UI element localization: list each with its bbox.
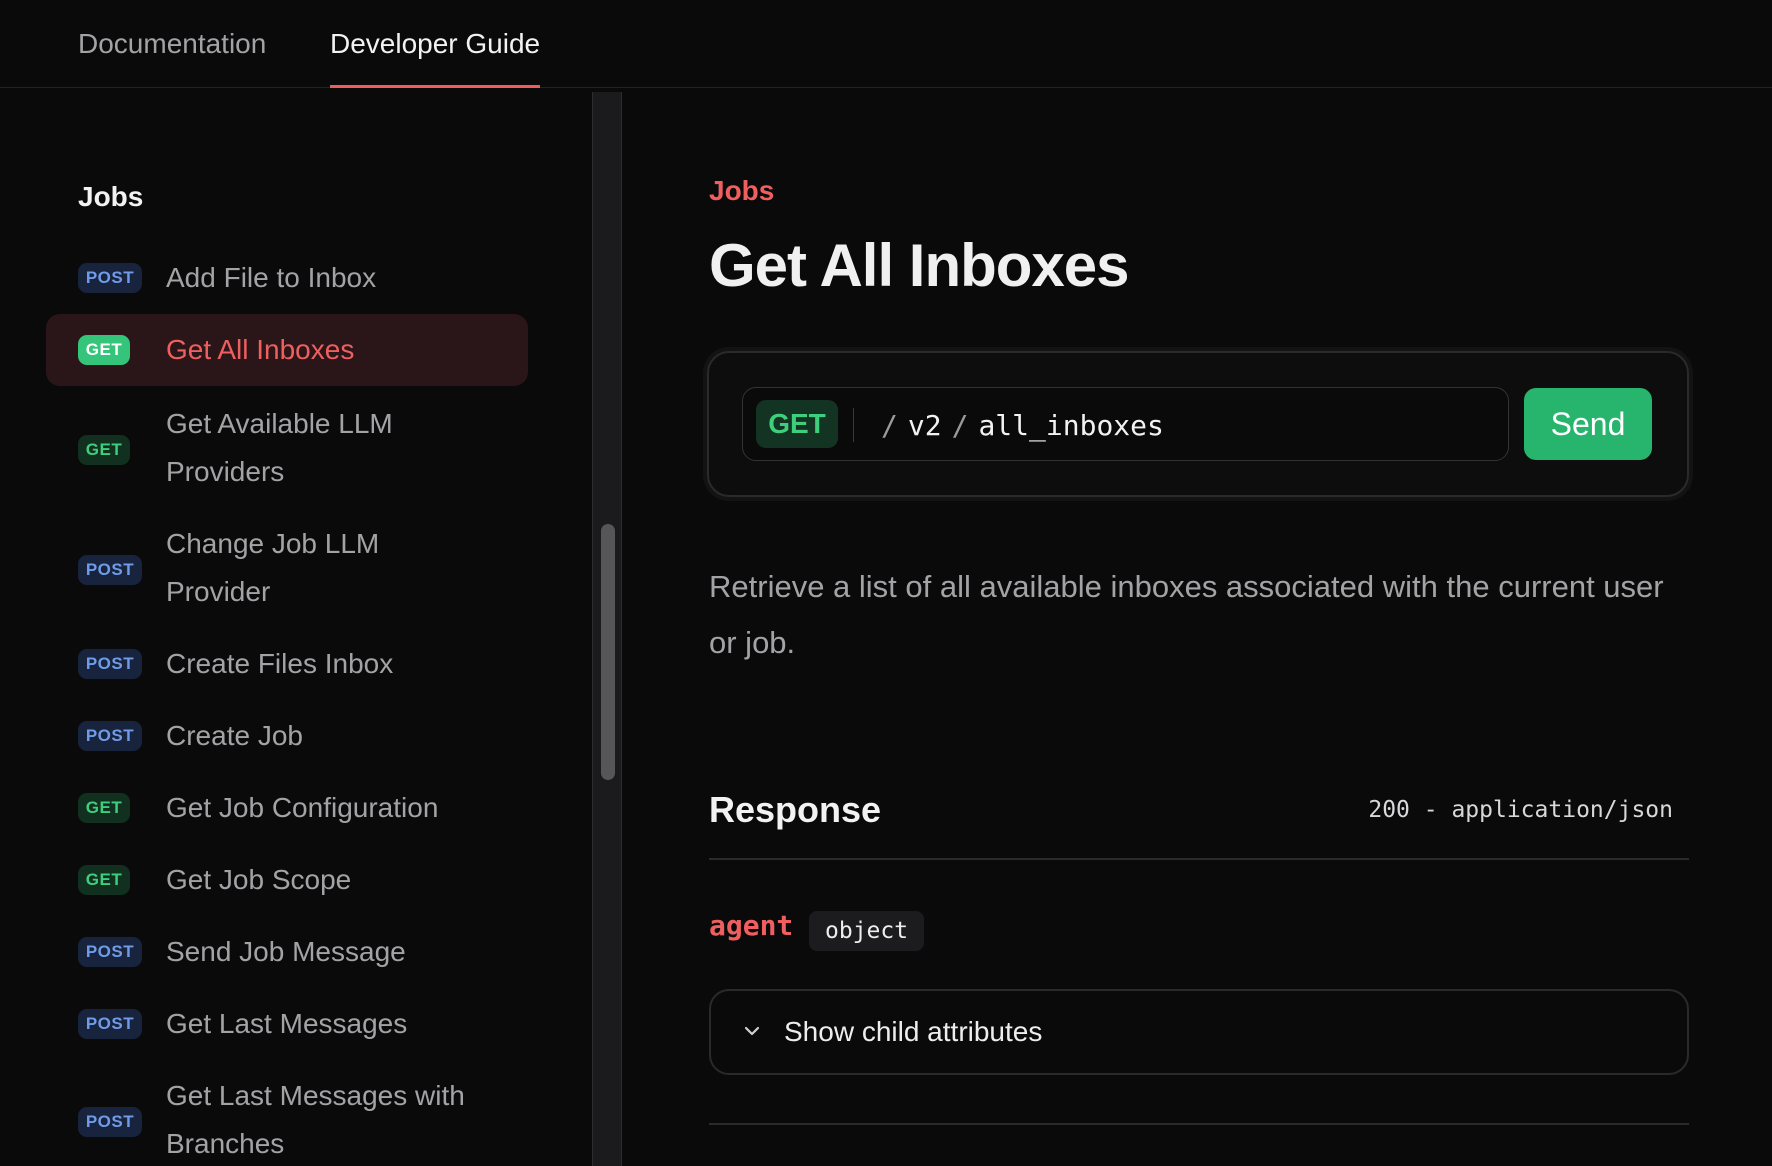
sidebar-item-label: Get Last Messages [166, 1008, 408, 1039]
endpoint-path: / v2 / all_inboxes [871, 388, 1164, 462]
sidebar-item-add-file-to-inbox[interactable]: POST Add File to Inbox [46, 249, 528, 307]
divider [709, 858, 1689, 860]
sidebar-item-label: Change Job LLM Provider [166, 528, 380, 607]
sidebar-item-label: Create Files Inbox [166, 648, 394, 679]
sidebar-item-label: Create Job [166, 720, 303, 751]
tab-developer-guide[interactable]: Developer Guide [330, 0, 541, 88]
method-badge: POST [78, 721, 142, 751]
method-badge: POST [78, 263, 142, 293]
method-badge: POST [78, 555, 142, 585]
divider [709, 1123, 1689, 1125]
show-child-attributes-toggle[interactable]: Show child attributes [709, 989, 1689, 1075]
page-title: Get All Inboxes [709, 232, 1130, 299]
method-badge: POST [78, 1009, 142, 1039]
sidebar-scrollbar[interactable] [592, 92, 622, 1166]
method-badge: POST [78, 1107, 142, 1137]
chevron-down-icon [744, 1026, 760, 1036]
sidebar-item-label: Add File to Inbox [166, 262, 377, 293]
method-badge: GET [78, 335, 130, 365]
sidebar-item-create-files-inbox[interactable]: POST Create Files Inbox [46, 635, 528, 693]
sidebar-item-label: Get Last Messages with Branches [166, 1080, 465, 1159]
sidebar-item-change-job-llm-provider[interactable]: POST Change Job LLM Provider [46, 515, 528, 623]
sidebar-item-get-job-configuration[interactable]: GET Get Job Configuration [46, 779, 528, 837]
method-badge: GET [78, 865, 130, 895]
request-card: GET / v2 / all_inboxes Send [707, 351, 1689, 497]
path-segment: v2 [907, 408, 942, 442]
sidebar-item-label: Send Job Message [166, 936, 406, 967]
method-badge: GET [78, 435, 130, 465]
field-type-badge: object [809, 911, 925, 951]
sidebar-item-label: Get All Inboxes [166, 334, 355, 365]
path-segment: all_inboxes [978, 408, 1164, 442]
endpoint-url-bar[interactable]: GET / v2 / all_inboxes [742, 387, 1509, 461]
method-badge: POST [78, 649, 142, 679]
endpoint-description: Retrieve a list of all available inboxes… [709, 569, 1664, 660]
path-separator: / [951, 408, 969, 442]
method-badge: POST [78, 937, 142, 967]
tab-documentation[interactable]: Documentation [78, 0, 266, 88]
response-status: 200 - application/json [1368, 797, 1673, 823]
url-divider [853, 408, 854, 442]
sidebar: Jobs POST Add File to Inbox GET Get All … [0, 89, 592, 1166]
sidebar-item-create-job[interactable]: POST Create Job [46, 707, 528, 765]
sidebar-heading: Jobs [78, 181, 144, 212]
path-separator: / [881, 408, 898, 442]
scrollbar-thumb[interactable] [601, 524, 615, 780]
section-label: Jobs [709, 175, 775, 206]
send-button[interactable]: Send [1524, 388, 1652, 460]
sidebar-item-get-last-messages-with-branches[interactable]: POST Get Last Messages with Branches [46, 1067, 528, 1166]
sidebar-item-get-all-inboxes[interactable]: GET Get All Inboxes [46, 314, 528, 386]
field-name: agent [709, 909, 794, 942]
sidebar-item-get-available-llm-providers[interactable]: GET Get Available LLM Providers [46, 395, 528, 503]
method-badge: GET [78, 793, 130, 823]
toggle-label: Show child attributes [784, 1016, 1043, 1047]
sidebar-item-label: Get Job Scope [166, 864, 352, 895]
response-heading: Response [709, 789, 882, 830]
sidebar-item-get-last-messages[interactable]: POST Get Last Messages [46, 995, 528, 1053]
sidebar-item-send-job-message[interactable]: POST Send Job Message [46, 923, 528, 981]
sidebar-item-label: Get Job Configuration [166, 792, 439, 823]
sidebar-item-label: Get Available LLM Providers [166, 408, 393, 487]
method-badge: GET [756, 400, 838, 448]
sidebar-item-get-job-scope[interactable]: GET Get Job Scope [46, 851, 528, 909]
top-nav: Documentation Developer Guide [0, 0, 1772, 88]
